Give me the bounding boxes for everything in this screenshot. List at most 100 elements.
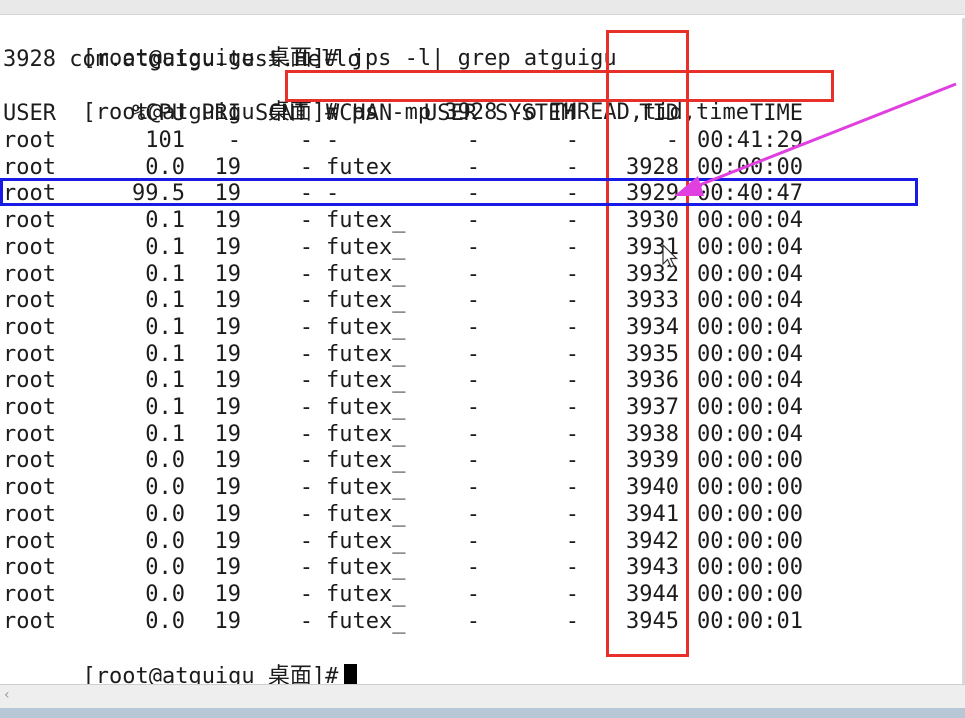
- cell-wchan: futex_: [326, 341, 406, 367]
- cell-wchan: futex: [326, 154, 393, 180]
- cell-time: 00:00:00: [697, 581, 803, 607]
- cell-cpu: 0.1: [145, 208, 185, 234]
- cell-wchan: -: [326, 128, 340, 153]
- cell-wchan: futex_: [326, 581, 406, 607]
- cell-scnt: -: [299, 314, 313, 340]
- cell-wchan: futex_: [326, 395, 406, 420]
- table-row: root 0.1 19- futex_ - -3937 00:00:04: [3, 395, 953, 421]
- cell-system: -: [565, 234, 579, 260]
- cell-scnt: -: [299, 154, 313, 180]
- cell-wchan: futex_: [326, 208, 406, 234]
- cell-time: 00:00:04: [697, 395, 803, 420]
- cell-cpu: 0.1: [145, 421, 185, 447]
- cell-time: 00:00:00: [697, 501, 803, 527]
- text-cursor: [344, 664, 358, 686]
- cell-pri: 19: [214, 528, 242, 554]
- header-cpu: %CPU: [132, 101, 185, 126]
- cell-system: -: [565, 395, 579, 420]
- table-row: root 0.0 19- futex_ - -3939 00:00:00: [3, 448, 953, 474]
- cell-wchan: futex_: [326, 314, 406, 340]
- cell-user: root: [3, 154, 56, 180]
- cell-time: 00:00:04: [697, 341, 803, 367]
- cell-pri: 19: [214, 208, 242, 234]
- cell-pri: 19: [214, 341, 242, 367]
- header-user: USER: [3, 101, 56, 126]
- cell-pri: 19: [214, 234, 242, 260]
- cell-user2: -: [466, 208, 480, 234]
- cell-cpu: 101: [145, 128, 185, 153]
- scroll-left-arrow-icon[interactable]: ‹: [4, 687, 10, 703]
- cell-wchan: futex_: [326, 608, 406, 634]
- cell-user: root: [3, 528, 56, 554]
- cell-user: root: [3, 395, 56, 420]
- cell-scnt: -: [299, 234, 313, 260]
- table-row: root 0.0 19- futex_ - -3941 00:00:00: [3, 502, 953, 528]
- cell-system: -: [565, 555, 579, 581]
- table-row: root 0.0 19- futex_ - -3945 00:00:01: [3, 609, 953, 635]
- cell-time: 00:00:04: [697, 368, 803, 394]
- cell-user2: -: [466, 528, 480, 554]
- cell-cpu: 0.1: [145, 261, 185, 287]
- cell-user: root: [3, 341, 56, 367]
- cell-cpu: 0.1: [145, 314, 185, 340]
- jps-command: jps -l| grep atguigu: [338, 46, 617, 71]
- header-pri: PRI: [201, 101, 241, 126]
- cell-time: 00:00:04: [697, 314, 803, 340]
- cell-scnt: -: [299, 475, 313, 501]
- cell-scnt: -: [299, 421, 313, 447]
- cell-cpu: 0.0: [145, 528, 185, 554]
- cell-pri: 19: [214, 475, 242, 501]
- cell-time: 00:00:04: [697, 234, 803, 260]
- table-row: root 0.1 19- futex_ - -3935 00:00:04: [3, 342, 953, 368]
- cell-user2: -: [466, 475, 480, 501]
- cell-system: -: [565, 288, 579, 314]
- cell-user2: -: [466, 341, 480, 367]
- cell-cpu: 0.0: [145, 154, 185, 180]
- cell-pri: 19: [214, 421, 242, 447]
- cell-user2: -: [466, 581, 480, 607]
- final-prompt-line: [root@atguigu 桌面]#: [3, 638, 358, 689]
- cell-pri: 19: [214, 555, 242, 581]
- cell-user2: -: [466, 288, 480, 314]
- command-line-jps: [root@atguigu 桌面]# jps -l| grep atguigu: [3, 20, 616, 71]
- cell-user: root: [3, 208, 56, 234]
- cell-cpu: 0.0: [145, 555, 185, 581]
- cell-pri: -: [227, 128, 241, 153]
- cell-time: 00:00:00: [697, 475, 803, 501]
- cell-system: -: [565, 608, 579, 634]
- cell-pri: 19: [214, 581, 242, 607]
- cell-scnt: -: [299, 288, 313, 314]
- cell-pri: 19: [214, 314, 242, 340]
- cell-wchan: futex_: [326, 421, 406, 447]
- cell-cpu: 0.0: [145, 475, 185, 501]
- cell-user: root: [3, 608, 56, 634]
- cell-wchan: futex_: [326, 501, 406, 527]
- cell-time: 00:00:00: [697, 555, 803, 581]
- cell-pri: 19: [214, 368, 242, 394]
- header-user2: USER: [424, 101, 477, 126]
- cell-cpu: 0.1: [145, 341, 185, 367]
- cell-system: -: [565, 581, 579, 607]
- cell-cpu: 0.1: [145, 368, 185, 394]
- cell-cpu: 0.1: [145, 288, 185, 314]
- cell-cpu: 0.0: [145, 608, 185, 634]
- terminal-output[interactable]: [root@atguigu 桌面]# jps -l| grep atguigu …: [0, 18, 962, 689]
- cell-cpu: 0.0: [145, 581, 185, 607]
- window-top-bar: [0, 0, 965, 15]
- cell-user2: -: [466, 395, 480, 420]
- cell-system: -: [565, 528, 579, 554]
- cell-scnt: -: [299, 395, 313, 420]
- cell-user: root: [3, 448, 56, 474]
- cell-pri: 19: [214, 154, 242, 180]
- header-scnt: SCNT: [255, 101, 308, 126]
- cell-pri: 19: [214, 395, 242, 420]
- cell-scnt: -: [299, 555, 313, 581]
- cell-user: root: [3, 475, 56, 501]
- cell-user2: -: [466, 448, 480, 474]
- cell-cpu: 0.0: [145, 501, 185, 527]
- cell-user2: -: [466, 314, 480, 340]
- cell-scnt: -: [299, 341, 313, 367]
- cell-user: root: [3, 234, 56, 260]
- cell-user: root: [3, 501, 56, 527]
- cell-user2: -: [466, 154, 480, 180]
